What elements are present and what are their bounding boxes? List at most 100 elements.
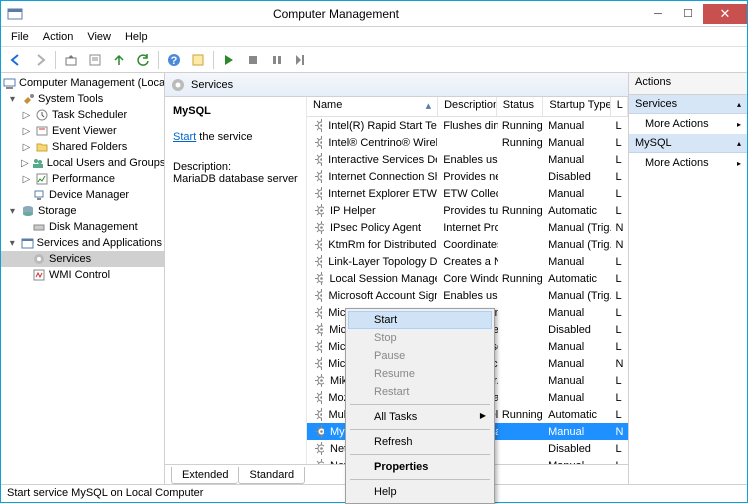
tree-root[interactable]: Computer Management (Local — [1, 75, 164, 91]
close-button[interactable]: ✕ — [703, 4, 747, 24]
pause-service-button[interactable] — [266, 49, 288, 71]
col-startup[interactable]: Startup Type — [543, 97, 610, 116]
minimize-button[interactable]: ─ — [643, 4, 673, 24]
tree-storage[interactable]: ▾Storage — [1, 203, 164, 219]
service-startup: Manual — [544, 120, 611, 132]
service-row[interactable]: KtmRm for Distributed Tran...Coordinates… — [307, 236, 628, 253]
tree-local-users[interactable]: ▷Local Users and Groups — [1, 155, 164, 171]
service-name: Internet Connection Sharin... — [324, 171, 437, 183]
refresh-button[interactable] — [132, 49, 154, 71]
service-row[interactable]: Interactive Services DetectionEnables us… — [307, 151, 628, 168]
start-service-link[interactable]: Start — [173, 131, 196, 143]
forward-button[interactable] — [29, 49, 51, 71]
navigation-tree[interactable]: Computer Management (Local ▾ System Tool… — [1, 73, 165, 484]
device-icon — [32, 188, 46, 202]
service-startup: Disabled — [544, 324, 611, 336]
menu-item-restart: Restart — [348, 383, 492, 401]
help-button[interactable]: ? — [163, 49, 185, 71]
users-icon — [32, 156, 44, 170]
maximize-button[interactable]: ☐ — [673, 4, 703, 24]
service-logon: L — [611, 443, 628, 455]
menu-help[interactable]: Help — [119, 29, 154, 45]
service-startup: Automatic — [544, 205, 611, 217]
service-row[interactable]: Link-Layer Topology Discov...Creates a N… — [307, 253, 628, 270]
service-startup: Manual — [544, 137, 611, 149]
menu-action[interactable]: Action — [37, 29, 80, 45]
service-name: IPsec Policy Agent — [326, 222, 423, 234]
gear-icon — [311, 391, 322, 404]
stop-service-button[interactable] — [242, 49, 264, 71]
gear-icon — [311, 187, 322, 200]
up-button[interactable] — [60, 49, 82, 71]
services-header: Services — [165, 73, 628, 97]
perf-icon — [35, 172, 49, 186]
export-button[interactable] — [108, 49, 130, 71]
menu-item-help[interactable]: Help — [348, 483, 492, 501]
col-logon[interactable]: L — [611, 97, 628, 116]
restart-service-button[interactable] — [290, 49, 312, 71]
tree-shared-folders[interactable]: ▷Shared Folders — [1, 139, 164, 155]
twisty-icon[interactable]: ▾ — [7, 94, 18, 105]
back-button[interactable] — [5, 49, 27, 71]
tab-extended[interactable]: Extended — [171, 467, 238, 484]
start-service-link-row: Start the service — [173, 131, 298, 143]
service-row[interactable]: Intel(R) Rapid Start Technol...Flushes d… — [307, 117, 628, 134]
gear-icon — [311, 221, 324, 234]
service-startup: Manual — [544, 188, 611, 200]
menu-item-all-tasks[interactable]: All Tasks — [348, 408, 492, 426]
gear-icon — [311, 255, 322, 268]
service-logon: L — [611, 392, 628, 404]
context-menu[interactable]: StartStopPauseResumeRestartAll TasksRefr… — [345, 308, 495, 504]
actions-section-mysql[interactable]: MySQL▴ — [629, 134, 747, 153]
service-desc: Enables use... — [439, 154, 498, 166]
service-startup: Manual — [544, 375, 611, 387]
service-row[interactable]: Local Session ManagerCore Windo...Runnin… — [307, 270, 628, 287]
view-button[interactable] — [187, 49, 209, 71]
service-name: KtmRm for Distributed Tran... — [324, 239, 437, 251]
tree-system-tools[interactable]: ▾ System Tools — [1, 91, 164, 107]
tree-root-label: Computer Management (Local — [19, 77, 165, 89]
menu-item-refresh[interactable]: Refresh — [348, 433, 492, 451]
properties-button[interactable] — [84, 49, 106, 71]
tree-disk-management[interactable]: Disk Management — [1, 219, 164, 235]
service-startup: Manual (Trig... — [544, 239, 611, 251]
service-row[interactable]: Internet Explorer ETW Colle...ETW Collec… — [307, 185, 628, 202]
col-description[interactable]: Description — [438, 97, 497, 116]
gear-icon — [311, 119, 322, 132]
menu-item-resume: Resume — [348, 365, 492, 383]
col-name[interactable]: Name ▴ — [307, 97, 438, 116]
tab-standard[interactable]: Standard — [238, 467, 305, 484]
gear-icon — [311, 425, 324, 438]
menu-item-properties[interactable]: Properties — [348, 458, 492, 476]
start-service-button[interactable] — [218, 49, 240, 71]
menu-view[interactable]: View — [81, 29, 117, 45]
menu-item-start[interactable]: Start — [348, 311, 492, 329]
service-startup: Automatic — [544, 409, 611, 421]
service-logon: L — [611, 120, 628, 132]
col-status[interactable]: Status — [497, 97, 544, 116]
service-row[interactable]: Internet Connection Sharin...Provides ne… — [307, 168, 628, 185]
actions-more-services[interactable]: More Actions▸ — [629, 114, 747, 134]
tree-services[interactable]: Services — [1, 251, 164, 267]
tree-task-scheduler[interactable]: ▷Task Scheduler — [1, 107, 164, 123]
service-row[interactable]: IP HelperProvides tu...RunningAutomaticL — [307, 202, 628, 219]
gear-icon — [311, 306, 322, 319]
menu-file[interactable]: File — [5, 29, 35, 45]
tree-wmi-control[interactable]: WMI Control — [1, 267, 164, 283]
service-name: Microsoft Account Sign-in ... — [324, 290, 437, 302]
service-row[interactable]: IPsec Policy AgentInternet Pro...Manual … — [307, 219, 628, 236]
tree-event-viewer[interactable]: ▷Event Viewer — [1, 123, 164, 139]
service-startup: Manual (Trig... — [544, 222, 611, 234]
collapse-icon: ▴ — [737, 139, 741, 148]
service-startup: Manual — [544, 341, 611, 353]
service-row[interactable]: Microsoft Account Sign-in ...Enables use… — [307, 287, 628, 304]
actions-section-services[interactable]: Services▴ — [629, 95, 747, 114]
service-status: Running — [498, 137, 544, 149]
tree-performance[interactable]: ▷Performance — [1, 171, 164, 187]
tree-services-apps[interactable]: ▾Services and Applications — [1, 235, 164, 251]
service-row[interactable]: Intel® Centrino® Wireless ...RunningManu… — [307, 134, 628, 151]
tree-device-manager[interactable]: Device Manager — [1, 187, 164, 203]
actions-more-mysql[interactable]: More Actions▸ — [629, 153, 747, 173]
column-headers[interactable]: Name ▴ Description Status Startup Type L — [307, 97, 628, 117]
service-status: Running — [498, 205, 544, 217]
